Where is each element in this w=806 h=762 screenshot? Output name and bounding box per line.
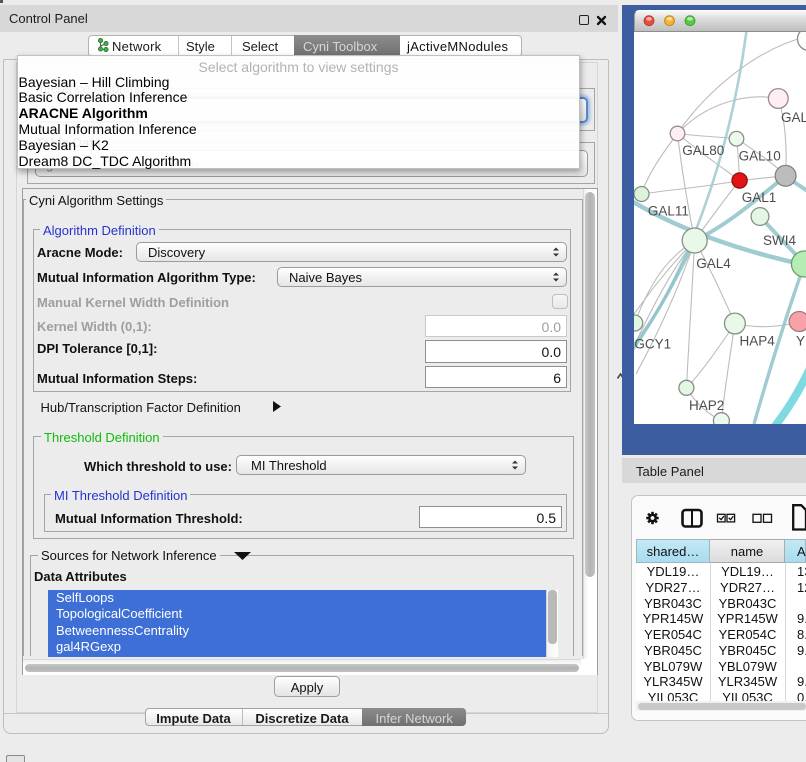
svg-text:Y: Y [796, 334, 805, 349]
svg-text:HAP4: HAP4 [739, 334, 775, 349]
svg-text:HAP2: HAP2 [689, 398, 724, 413]
svg-text:GAL11: GAL11 [647, 204, 688, 219]
svg-text:GAL4: GAL4 [696, 256, 731, 271]
svg-text:SWI4: SWI4 [762, 233, 795, 248]
svg-text:GAL10: GAL10 [738, 148, 780, 163]
svg-text:GAL1: GAL1 [741, 190, 776, 205]
svg-text:GCY1: GCY1 [634, 336, 671, 351]
svg-text:GAL2: GAL2 [781, 110, 806, 125]
svg-text:GAL80: GAL80 [682, 143, 724, 158]
